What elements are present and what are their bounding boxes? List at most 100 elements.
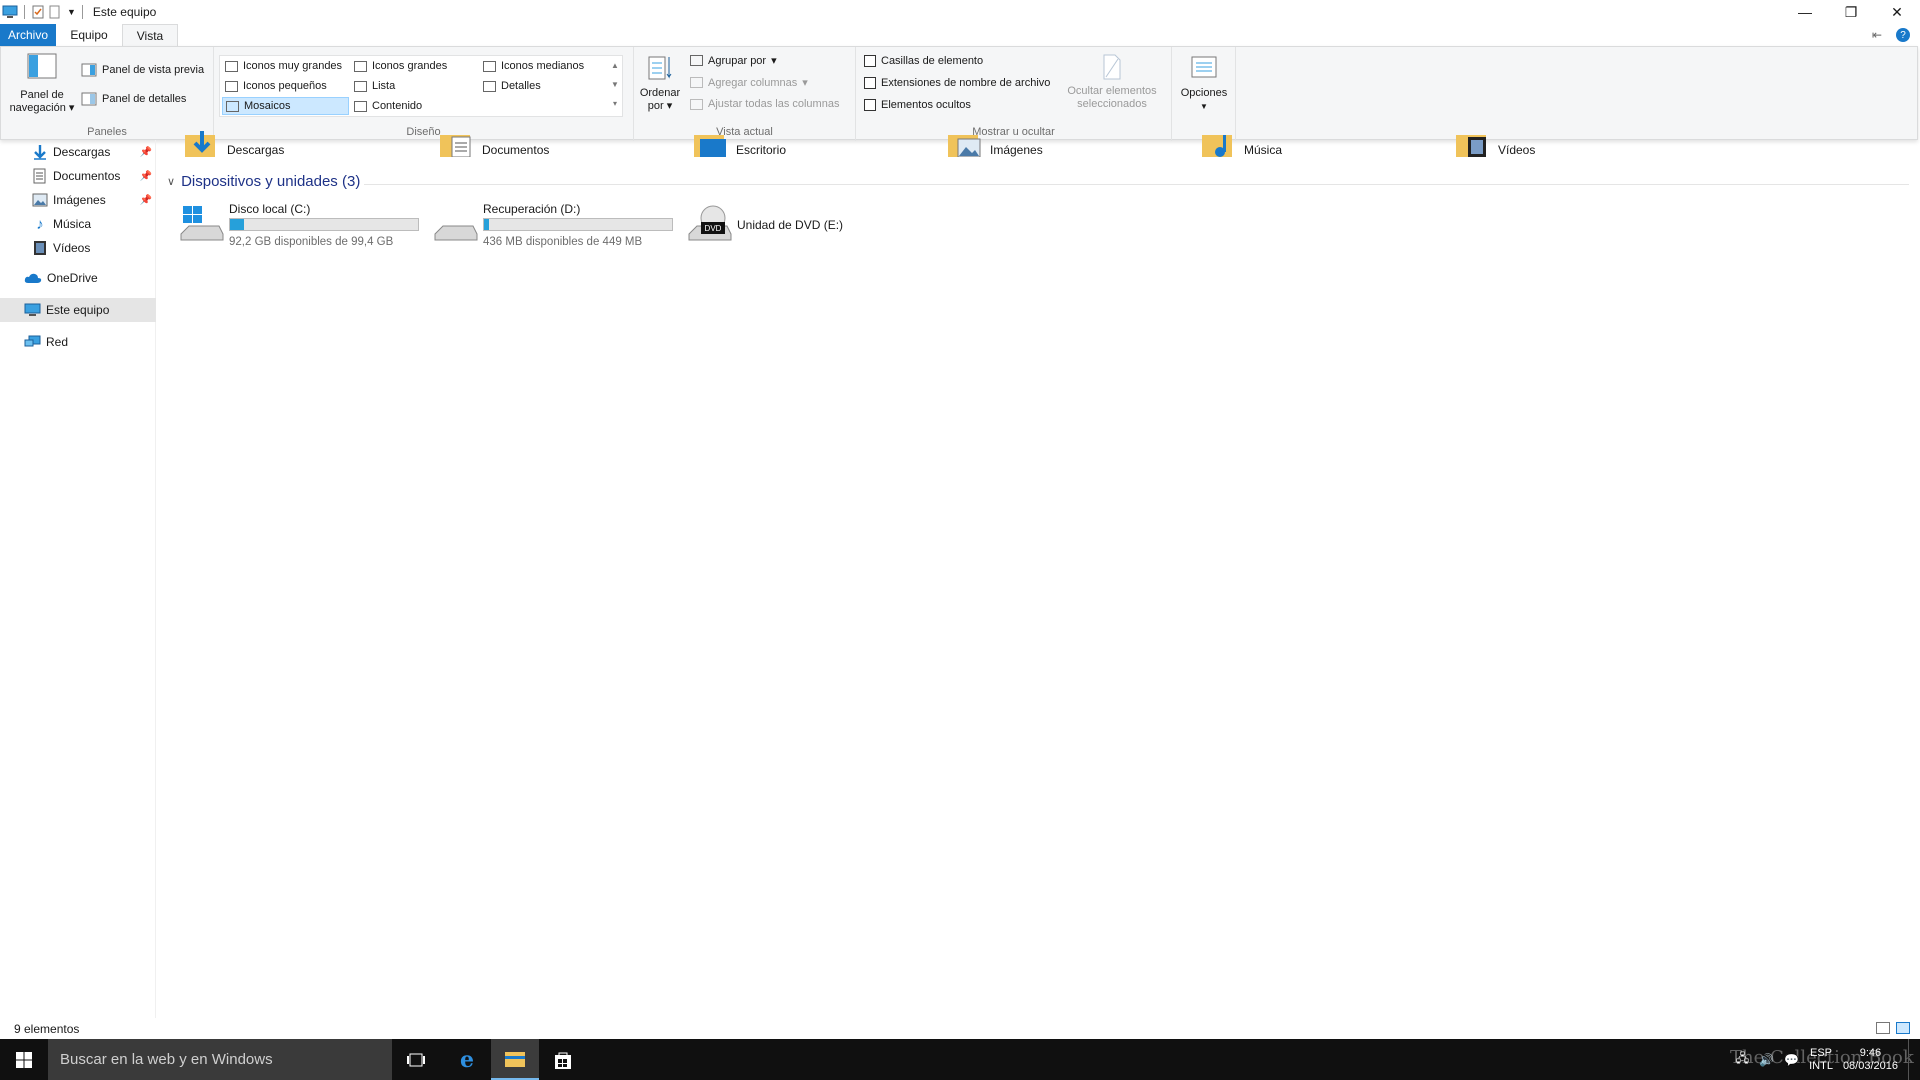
network-tray-icon[interactable]: 🖧 <box>1736 1049 1749 1070</box>
nav-item-red[interactable]: Red <box>0 330 156 354</box>
extensions-checkbox[interactable] <box>864 77 876 89</box>
details-pane-button[interactable]: Panel de detalles <box>81 92 186 106</box>
drive-name: Recuperación (D:) <box>483 202 581 216</box>
hidden-items-checkbox[interactable] <box>864 99 876 111</box>
onedrive-cloud-icon <box>24 273 42 283</box>
pin-ribbon-icon[interactable]: ⇤ <box>1872 28 1882 42</box>
file-explorer-app-button[interactable] <box>491 1039 539 1080</box>
show-desktop-button[interactable] <box>1908 1039 1912 1080</box>
layout-tiles[interactable]: Mosaicos <box>222 97 349 115</box>
nav-item-onedrive[interactable]: OneDrive <box>0 266 156 290</box>
nav-item-musica[interactable]: ♪ Música <box>0 212 156 236</box>
details-pane-icon <box>81 92 97 106</box>
layout-details[interactable]: Detalles <box>480 77 544 95</box>
nav-item-label: Este equipo <box>46 303 110 317</box>
layout-medium-icons[interactable]: Iconos medianos <box>480 57 587 75</box>
item-checkboxes-toggle[interactable]: Casillas de elemento <box>864 55 983 67</box>
fit-columns-button[interactable]: Ajustar todas las columnas <box>690 98 839 110</box>
extensions-toggle[interactable]: Extensiones de nombre de archivo <box>864 77 1050 89</box>
store-app-button[interactable] <box>539 1039 587 1080</box>
options-button[interactable]: Opciones ▼ <box>1174 55 1234 113</box>
restore-button[interactable]: ❐ <box>1828 0 1874 24</box>
nav-item-documentos[interactable]: Documentos 📌 <box>0 164 156 188</box>
hard-drive-icon <box>434 225 478 241</box>
nav-pane-button[interactable]: Panel de navegación ▾ <box>5 53 79 115</box>
layout-large-icons[interactable]: Iconos grandes <box>351 57 450 75</box>
nav-item-imagenes[interactable]: Imágenes 📌 <box>0 188 156 212</box>
action-center-icon[interactable]: 💬 <box>1784 1053 1799 1067</box>
search-placeholder: Buscar en la web y en Windows <box>60 1051 273 1068</box>
folder-escritorio[interactable]: Escritorio <box>694 135 786 160</box>
group-show-hide: Casillas de elemento Extensiones de nomb… <box>856 47 1172 141</box>
hidden-items-toggle[interactable]: Elementos ocultos <box>864 99 971 111</box>
tab-archivo[interactable]: Archivo <box>0 24 56 46</box>
nav-item-este-equipo[interactable]: Este equipo <box>0 298 156 322</box>
item-checkboxes-checkbox[interactable] <box>864 55 876 67</box>
group-by-button[interactable]: Agrupar por ▾ <box>690 54 777 67</box>
document-icon <box>33 168 46 184</box>
nav-item-label: Imágenes <box>53 193 106 207</box>
layout-list[interactable]: Lista <box>351 77 398 95</box>
folder-descargas[interactable]: Descargas <box>185 131 284 160</box>
layout-content[interactable]: Contenido <box>351 97 425 115</box>
extra-large-icons-icon <box>225 60 238 72</box>
input-language[interactable]: ESP INTL <box>1809 1047 1833 1073</box>
nav-item-label: Descargas <box>53 145 111 159</box>
volume-icon[interactable]: 🔊 <box>1759 1053 1774 1067</box>
layout-scroll[interactable]: ▲ ▼ ▾ <box>608 56 622 116</box>
task-view-button[interactable] <box>392 1039 440 1080</box>
folder-documentos[interactable]: Documentos <box>440 135 549 160</box>
group-label: Vista actual <box>716 126 773 138</box>
documents-folder-icon <box>440 135 471 157</box>
drive-d[interactable]: Recuperación (D:) 436 MB disponibles de … <box>433 202 683 252</box>
pin-icon: 📌 <box>139 170 152 182</box>
large-icons-view-icon[interactable] <box>1896 1022 1910 1034</box>
store-bag-icon <box>555 1052 571 1069</box>
group-options: Opciones ▼ <box>1172 47 1236 141</box>
downloads-folder-icon <box>185 131 215 157</box>
help-icon[interactable]: ? <box>1896 28 1910 42</box>
network-icon <box>24 335 41 347</box>
hide-selected-button[interactable]: Ocultar elementos seleccionados <box>1060 53 1164 111</box>
taskbar: Buscar en la web y en Windows e The Coll… <box>0 1039 1920 1080</box>
content-icon <box>354 100 367 112</box>
devices-section-header[interactable]: ∨ Dispositivos y unidades (3) <box>167 173 360 190</box>
layout-extra-large-icons[interactable]: Iconos muy grandes <box>222 57 345 75</box>
nav-item-videos[interactable]: Vídeos <box>0 236 156 260</box>
nav-item-label: Vídeos <box>53 241 91 255</box>
nav-item-label: Red <box>46 335 69 349</box>
drive-usage-bar <box>229 218 419 231</box>
taskbar-search-box[interactable]: Buscar en la web y en Windows <box>48 1039 392 1080</box>
add-columns-button[interactable]: Agregar columnas ▾ <box>690 76 808 89</box>
sort-icon <box>648 56 672 80</box>
drive-usage-fill <box>484 219 490 230</box>
folder-imagenes[interactable]: Imágenes <box>948 135 1043 160</box>
properties-icon[interactable] <box>31 5 45 19</box>
details-view-icon[interactable] <box>1876 1022 1890 1034</box>
medium-icons-icon <box>483 60 496 72</box>
system-tray: 🖧 🔊 💬 ESP INTL 9:46 08/03/2016 <box>1736 1039 1920 1080</box>
tab-vista[interactable]: Vista <box>122 24 178 46</box>
customize-toolbar-dropdown-icon[interactable]: ▼ <box>67 7 76 17</box>
drive-c[interactable]: Disco local (C:) 92,2 GB disponibles de … <box>179 202 429 252</box>
drive-free-space: 436 MB disponibles de 449 MB <box>483 236 643 248</box>
start-button[interactable] <box>0 1039 47 1080</box>
hide-selected-icon <box>1103 54 1121 80</box>
drive-e[interactable]: DVD Unidad de DVD (E:) <box>687 202 887 252</box>
sort-by-label: Ordenar por <box>639 87 681 112</box>
nav-item-descargas[interactable]: Descargas 📌 <box>0 140 156 164</box>
new-folder-icon[interactable] <box>47 5 61 19</box>
layout-gallery: Iconos muy grandes Iconos grandes Iconos… <box>219 55 623 117</box>
close-button[interactable]: ✕ <box>1874 0 1920 24</box>
minimize-button[interactable]: — <box>1782 0 1828 24</box>
folder-musica[interactable]: Música <box>1202 135 1282 160</box>
tab-equipo[interactable]: Equipo <box>56 24 122 46</box>
preview-pane-button[interactable]: Panel de vista previa <box>81 63 204 77</box>
layout-small-icons[interactable]: Iconos pequeños <box>222 77 330 95</box>
folder-videos[interactable]: Vídeos <box>1456 135 1535 160</box>
video-icon <box>34 241 46 255</box>
sort-by-button[interactable]: Ordenar por ▾ <box>638 53 682 113</box>
clock[interactable]: 9:46 08/03/2016 <box>1843 1047 1898 1073</box>
options-label: Opciones <box>1180 87 1228 99</box>
edge-app-button[interactable]: e <box>443 1039 491 1080</box>
